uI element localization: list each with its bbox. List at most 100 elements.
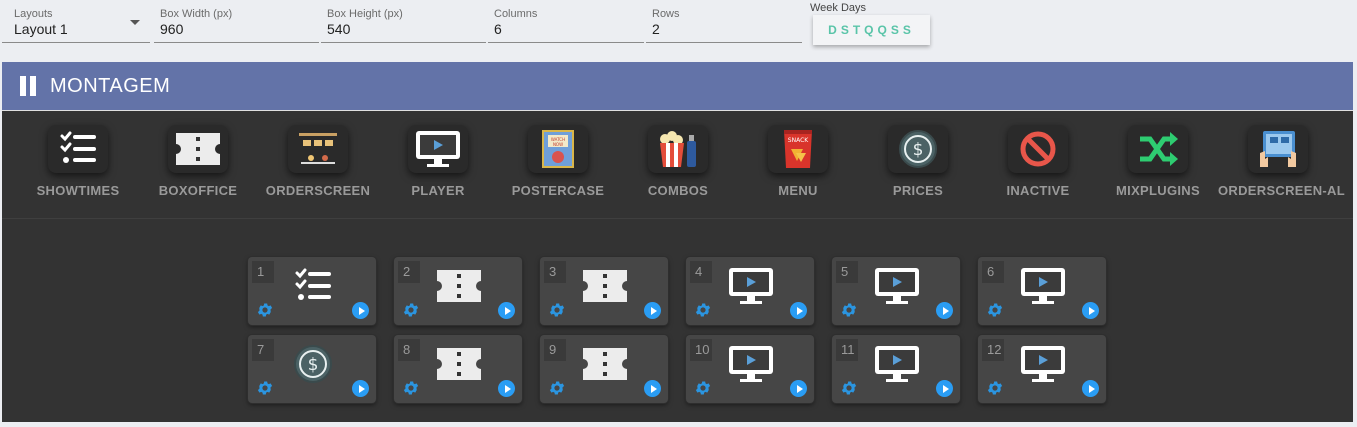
svg-text:NOW: NOW <box>553 142 563 147</box>
box-width-label: Box Width (px) <box>160 8 233 20</box>
layouts-value[interactable]: Layout 1 <box>14 21 68 37</box>
touchscreen-icon[interactable] <box>1248 125 1308 173</box>
cell-number: 3 <box>544 261 566 283</box>
layout-cell[interactable]: 5 <box>832 257 960 325</box>
monitor-play-icon <box>724 343 778 385</box>
columns-label: Columns <box>494 8 538 20</box>
plugin-label: INACTIVE <box>1006 183 1070 198</box>
play-icon[interactable] <box>936 302 953 319</box>
layouts-label: Layouts <box>14 8 53 20</box>
plugin-orderscreen-al[interactable]: ORDERSCREEN-AL <box>1218 125 1345 198</box>
plugin-label: PRICES <box>892 183 944 198</box>
gear-icon[interactable] <box>840 379 858 397</box>
plugin-mixplugins[interactable]: MIXPLUGINS <box>1098 125 1218 198</box>
cell-number: 5 <box>836 261 858 283</box>
gear-icon[interactable] <box>402 379 420 397</box>
svg-text:$: $ <box>913 140 924 160</box>
monitor-play-icon <box>870 265 924 307</box>
plugin-combos[interactable]: COMBOS <box>618 125 738 198</box>
gear-icon[interactable] <box>986 379 1004 397</box>
gear-icon[interactable] <box>840 301 858 319</box>
gear-icon[interactable] <box>694 379 712 397</box>
layout-cell[interactable]: 4 <box>686 257 814 325</box>
checklist-icon[interactable] <box>48 125 108 173</box>
prohibited-icon[interactable] <box>1008 125 1068 173</box>
gear-icon[interactable] <box>256 301 274 319</box>
popcorn-icon[interactable] <box>648 125 708 173</box>
week-days-button[interactable]: DSTQQSS <box>813 15 930 45</box>
monitor-play-icon[interactable] <box>408 125 468 173</box>
box-width-field[interactable]: Box Width (px) 960 <box>154 0 319 44</box>
dollar-icon[interactable]: $ <box>888 125 948 173</box>
plugin-label: POSTERCASE <box>511 183 605 198</box>
pause-icon[interactable] <box>20 76 36 96</box>
ticket-icon <box>578 343 632 385</box>
play-icon[interactable] <box>498 380 515 397</box>
cell-number: 6 <box>982 261 1004 283</box>
poster-icon[interactable]: WATCH NOW <box>528 125 588 173</box>
monitor-play-icon <box>724 265 778 307</box>
plugin-postercase[interactable]: WATCH NOW POSTERCASE <box>498 125 618 198</box>
section-title: MONTAGEM <box>50 74 171 97</box>
play-icon[interactable] <box>352 302 369 319</box>
gear-icon[interactable] <box>694 301 712 319</box>
box-height-field[interactable]: Box Height (px) 540 <box>321 0 486 44</box>
layout-cell[interactable]: 1 <box>248 257 376 325</box>
gear-icon[interactable] <box>402 301 420 319</box>
plugin-label: MIXPLUGINS <box>1116 183 1200 198</box>
layout-cell[interactable]: 6 <box>978 257 1106 325</box>
layout-cell[interactable]: 12 <box>978 335 1106 403</box>
plugin-prices[interactable]: $ PRICES <box>858 125 978 198</box>
ticket-icon <box>432 265 486 307</box>
play-icon[interactable] <box>936 380 953 397</box>
plugin-showtimes[interactable]: SHOWTIMES <box>18 125 138 198</box>
layout-cell[interactable]: 11 <box>832 335 960 403</box>
gear-icon[interactable] <box>548 301 566 319</box>
play-icon[interactable] <box>498 302 515 319</box>
ticket-icon <box>432 343 486 385</box>
layouts-select[interactable]: Layouts Layout 1 <box>2 0 150 44</box>
snack-icon[interactable]: SNACK <box>768 125 828 173</box>
week-days-value: DSTQQSS <box>828 23 915 37</box>
plugin-player[interactable]: PLAYER <box>378 125 498 198</box>
cell-number: 9 <box>544 339 566 361</box>
play-icon[interactable] <box>1082 302 1099 319</box>
ticket-icon[interactable] <box>168 125 228 173</box>
chevron-down-icon[interactable] <box>130 20 140 25</box>
play-icon[interactable] <box>644 380 661 397</box>
week-days-label: Week Days <box>810 2 867 14</box>
layout-cell[interactable]: 3 <box>540 257 668 325</box>
plugin-boxoffice[interactable]: BOXOFFICE <box>138 125 258 198</box>
layout-cell[interactable]: 9 <box>540 335 668 403</box>
play-icon[interactable] <box>1082 380 1099 397</box>
layout-cell[interactable]: 2 <box>394 257 522 325</box>
play-icon[interactable] <box>790 302 807 319</box>
layout-cell[interactable]: 10 <box>686 335 814 403</box>
plugin-label: MENU <box>778 183 818 198</box>
gear-icon[interactable] <box>548 379 566 397</box>
rows-field[interactable]: Rows 2 <box>646 0 802 44</box>
section-header: MONTAGEM <box>2 62 1353 110</box>
columns-field[interactable]: Columns 6 <box>488 0 644 44</box>
gear-icon[interactable] <box>256 379 274 397</box>
rows-input[interactable]: 2 <box>652 21 660 37</box>
plugin-orderscreen[interactable]: ORDERSCREEN <box>258 125 378 198</box>
shuffle-icon[interactable] <box>1128 125 1188 173</box>
play-icon[interactable] <box>644 302 661 319</box>
gear-icon[interactable] <box>986 301 1004 319</box>
box-width-input[interactable]: 960 <box>160 21 183 37</box>
cell-number: 2 <box>398 261 420 283</box>
plugin-inactive[interactable]: INACTIVE <box>978 125 1098 198</box>
layout-cell[interactable]: 8 <box>394 335 522 403</box>
play-icon[interactable] <box>790 380 807 397</box>
plugin-label: COMBOS <box>647 183 709 198</box>
plugin-menu[interactable]: SNACK MENU <box>738 125 858 198</box>
monitor-play-icon <box>1016 343 1070 385</box>
box-height-input[interactable]: 540 <box>327 21 350 37</box>
columns-input[interactable]: 6 <box>494 21 502 37</box>
layout-cell[interactable]: 7 $ <box>248 335 376 403</box>
rows-label: Rows <box>652 8 680 20</box>
checklist-icon <box>286 265 340 307</box>
orderscreen-icon[interactable] <box>288 125 348 173</box>
play-icon[interactable] <box>352 380 369 397</box>
